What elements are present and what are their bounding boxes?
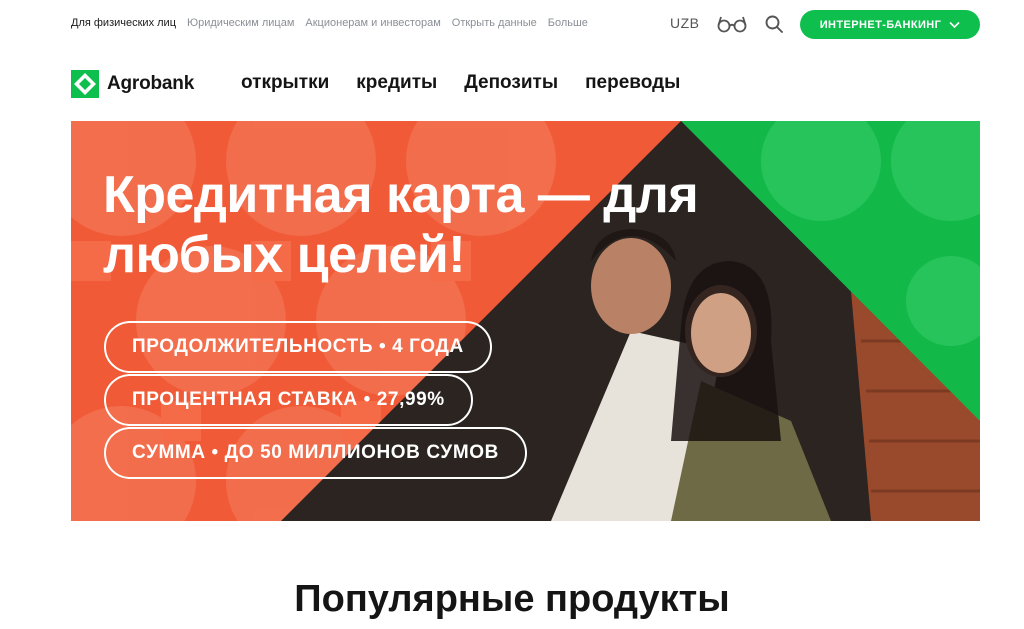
banner-pill-duration: ПРОДОЛЖИТЕЛЬНОСТЬ • 4 ГОДА (104, 321, 492, 373)
banner-pill-rate: ПРОЦЕНТНАЯ СТАВКА • 27,99% (104, 374, 473, 426)
top-bar: Для физических лиц Юридическим лицам Акц… (0, 0, 1024, 48)
segment-individuals[interactable]: Для физических лиц (71, 17, 176, 29)
logo-text: Agrobank (107, 73, 195, 94)
glasses-icon[interactable] (716, 14, 748, 34)
nav-item-transfers[interactable]: переводы (585, 72, 680, 94)
banner-title: Кредитная карта — для любых целей! (103, 166, 699, 284)
main-nav: открытки кредиты Депозиты переводы (241, 72, 680, 94)
banner-pill-amount: СУММА • ДО 50 МИЛЛИОНОВ СУМОВ (104, 427, 527, 479)
segment-more[interactable]: Больше (548, 17, 588, 29)
internet-banking-label: ИНТЕРНЕТ-БАНКИНГ (819, 18, 942, 31)
search-icon[interactable] (764, 14, 784, 34)
segment-links: Для физических лиц Юридическим лицам Акц… (71, 17, 588, 29)
popular-products-title: Популярные продукты (294, 578, 730, 620)
segment-open-data[interactable]: Открыть данные (452, 17, 537, 29)
internet-banking-button[interactable]: ИНТЕРНЕТ-БАНКИНГ (800, 10, 980, 39)
agrobank-logo-mark-icon (71, 70, 99, 98)
segment-legal-entities[interactable]: Юридическим лицам (187, 17, 294, 29)
nav-item-cards[interactable]: открытки (241, 72, 329, 94)
nav-item-deposits[interactable]: Депозиты (464, 72, 558, 94)
nav-item-credits[interactable]: кредиты (356, 72, 437, 94)
agrobank-logo[interactable]: Agrobank (71, 70, 194, 98)
chevron-down-icon (949, 21, 960, 28)
promo-banner[interactable]: Кредитная карта — для любых целей! ПРОДО… (71, 121, 980, 521)
segment-shareholders[interactable]: Акционерам и инвесторам (305, 17, 440, 29)
language-switch[interactable]: UZB (670, 15, 700, 31)
